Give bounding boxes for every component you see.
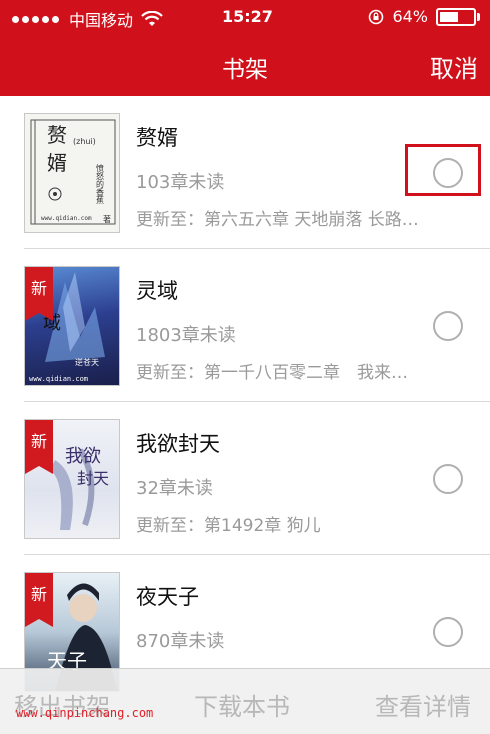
list-item[interactable]: 赘 婿 (zhui) 愤怒的香蕉 www.qidian.com 著 赘婿 103…	[0, 96, 490, 249]
unread-count: 32章未读	[136, 478, 213, 499]
download-book-button[interactable]: 下载本书	[194, 687, 290, 722]
cover-title-2: 封天	[77, 469, 109, 488]
signal-strength-icon	[12, 15, 59, 23]
view-details-button[interactable]: 查看详情	[375, 687, 471, 722]
cancel-button[interactable]: 取消	[430, 49, 478, 84]
cover-title-2: 婿	[47, 151, 67, 175]
cover-art: 赘 婿 (zhui) 愤怒的香蕉 www.qidian.com 著	[30, 119, 116, 225]
list-item[interactable]: 域 逆苍天 www.qidian.com 新 灵域 1803章未读 更新至：第一…	[0, 249, 490, 402]
wifi-icon	[141, 11, 163, 26]
status-right: 64%	[368, 7, 480, 26]
select-checkbox[interactable]	[433, 464, 463, 494]
bottom-toolbar: 移出书架 下载本书 查看详情	[0, 668, 490, 734]
select-checkbox[interactable]	[433, 158, 463, 188]
unread-count: 103章未读	[136, 172, 225, 193]
cover-author-mark: 著	[103, 214, 111, 224]
book-cover: 我欲 封天 新	[24, 419, 120, 539]
unread-count: 1803章未读	[136, 325, 236, 346]
cover-site: www.qidian.com	[41, 215, 92, 222]
cover-pinyin: (zhui)	[73, 137, 96, 146]
rotation-lock-icon	[369, 9, 384, 24]
book-title: 灵域	[136, 279, 178, 303]
page-title: 书架	[222, 57, 268, 83]
list-item[interactable]: 我欲 封天 新 我欲封天 32章未读 更新至：第1492章 狗儿	[0, 402, 490, 555]
book-title: 我欲封天	[136, 432, 220, 456]
new-badge: 新	[25, 573, 53, 627]
cover-site: www.qidian.com	[29, 375, 88, 383]
cover-title-1: 我欲	[65, 446, 101, 467]
watermark: www.qinpinchang.com	[16, 706, 154, 720]
battery-percent: 64%	[392, 7, 428, 26]
status-bar: 中国移动 15:27 64%	[0, 0, 490, 32]
status-left: 中国移动	[12, 7, 163, 31]
select-checkbox[interactable]	[433, 311, 463, 341]
latest-chapter: 更新至：第1492章 狗儿	[136, 516, 321, 536]
book-title: 赘婿	[136, 126, 178, 150]
book-cover: 域 逆苍天 www.qidian.com 新	[24, 266, 120, 386]
book-title: 夜天子	[136, 585, 199, 609]
cover-author: 愤怒的香蕉	[96, 163, 105, 205]
new-badge: 新	[25, 420, 53, 474]
battery-icon	[436, 7, 480, 26]
cover-title-1: 赘	[47, 123, 67, 147]
clock: 15:27	[222, 7, 273, 26]
book-cover: 赘 婿 (zhui) 愤怒的香蕉 www.qidian.com 著	[24, 113, 120, 233]
select-checkbox[interactable]	[433, 617, 463, 647]
latest-chapter: 更新至：第六五六章 天地崩落 长路…	[136, 210, 419, 230]
latest-chapter: 更新至：第一千八百零二章 我来…	[136, 363, 408, 383]
nav-header: 书架 取消	[0, 32, 490, 96]
unread-count: 870章未读	[136, 631, 225, 652]
cover-author: 逆苍天	[75, 357, 99, 367]
carrier-name: 中国移动	[69, 11, 134, 30]
new-badge: 新	[25, 267, 53, 321]
